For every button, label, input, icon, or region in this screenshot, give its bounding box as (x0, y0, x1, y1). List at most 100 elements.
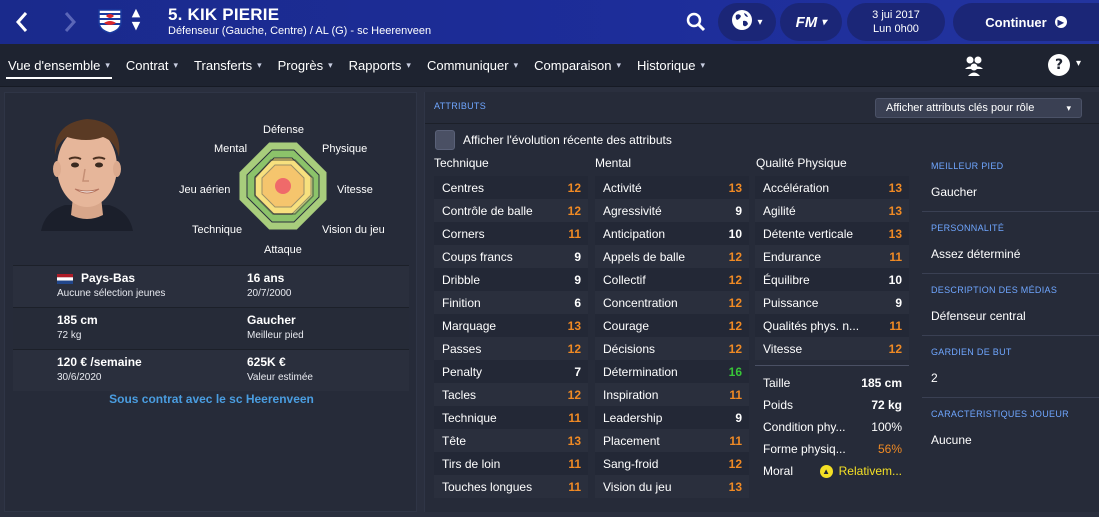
attribute-row[interactable]: Collectif 12 (595, 268, 749, 291)
tab-history[interactable]: Historique ▾ (629, 44, 713, 87)
tab-reports[interactable]: Rapports ▾ (341, 44, 419, 87)
attribute-row[interactable]: Vision du jeu 13 (595, 475, 749, 498)
player-name: 5. KIK PIERIE (168, 5, 280, 24)
attribute-value: 11 (568, 456, 581, 471)
height-cell: 185 cm 72 kg (13, 308, 211, 349)
time-text: Lun 0h00 (873, 23, 919, 35)
attribute-row[interactable]: Qualités phys. n... 11 (755, 314, 909, 337)
attribute-row[interactable]: Vitesse 12 (755, 337, 909, 360)
morale-row[interactable]: Moral ▲ Relativem... (755, 460, 909, 482)
info-row: 185 cm 72 kg Gaucher Meilleur pied (13, 307, 409, 349)
attribute-row[interactable]: Agilité 13 (755, 199, 909, 222)
attribute-row[interactable]: Accélération 13 (755, 176, 909, 199)
attribute-row[interactable]: Endurance 11 (755, 245, 909, 268)
attribute-name: Marquage (442, 318, 497, 333)
attribute-value: 12 (888, 341, 902, 356)
attribute-row[interactable]: Placement 11 (595, 429, 749, 452)
attribute-row[interactable]: Inspiration 11 (595, 383, 749, 406)
tab-compare[interactable]: Comparaison ▾ (526, 44, 629, 87)
radar-label-speed: Vitesse (337, 184, 373, 196)
tab-communicate[interactable]: Communiquer ▾ (419, 44, 526, 87)
attribute-row[interactable]: Tête 13 (434, 429, 588, 452)
calendar-button[interactable]: 3 jui 2017 Lun 0h00 (847, 3, 945, 41)
tab-contract[interactable]: Contrat ▾ (118, 44, 186, 87)
player-profile-panel: Défense Physique Vitesse Vision du jeu A… (4, 92, 417, 512)
evolution-checkbox-label[interactable]: Afficher l'évolution récente des attribu… (463, 133, 672, 147)
continue-button[interactable]: Continuer ▶ (953, 3, 1099, 41)
preferred-foot-label: Meilleur pied (247, 330, 304, 341)
preferred-foot: Gaucher (247, 313, 296, 327)
attribute-row[interactable]: Détente verticale 13 (755, 222, 909, 245)
attribute-row[interactable]: Décisions 12 (595, 337, 749, 360)
chevron-down-icon[interactable]: ▼ (129, 19, 143, 32)
height-value: 185 cm (861, 376, 902, 390)
info-row: 120 € /semaine 30/6/2020 625K € Valeur e… (13, 349, 409, 391)
attributes-header: ATTRIBUTS Afficher attributs clés pour r… (425, 92, 1099, 124)
attribute-row[interactable]: Leadership 9 (595, 406, 749, 429)
attribute-value: 13 (888, 180, 902, 195)
attribute-name: Tirs de loin (442, 456, 501, 471)
chevron-down-icon[interactable]: ▾ (1076, 58, 1081, 69)
chevron-down-icon: ▾ (257, 60, 262, 70)
tab-label: Vue d'ensemble (8, 58, 101, 73)
attribute-row[interactable]: Marquage 13 (434, 314, 588, 337)
attribute-row[interactable]: Détermination 16 (595, 360, 749, 383)
attribute-row[interactable]: Courage 12 (595, 314, 749, 337)
tab-progress[interactable]: Progrès ▾ (270, 44, 341, 87)
attribute-row[interactable]: Tacles 12 (434, 383, 588, 406)
search-icon[interactable] (682, 8, 710, 36)
attribute-row[interactable]: Penalty 7 (434, 360, 588, 383)
tab-bar: Vue d'ensemble ▾ Contrat ▾ Transferts ▾ Pro… (0, 44, 1099, 87)
attribute-row[interactable]: Centres 12 (434, 176, 588, 199)
personality-value: Assez déterminé (931, 247, 1021, 261)
goalkeeper-title: GARDIEN DE BUT (931, 347, 1012, 357)
player-switch-arrows[interactable]: ▲ ▼ (129, 6, 143, 36)
attribute-name: Contrôle de balle (442, 203, 533, 218)
globe-icon (731, 9, 753, 35)
chevron-down-icon: ▾ (513, 60, 519, 70)
evolution-checkbox[interactable] (435, 130, 455, 150)
morale-value: Relativem... (838, 464, 902, 478)
attribute-row[interactable]: Passes 12 (434, 337, 588, 360)
attribute-row[interactable]: Agressivité 9 (595, 199, 749, 222)
attribute-row[interactable]: Appels de balle 12 (595, 245, 749, 268)
physical-column: Accélération 13 Agilité 13 Détente verticale… (755, 176, 909, 360)
nationality-cell[interactable]: Pays-Bas Aucune sélection jeunes (13, 266, 211, 307)
attribute-row[interactable]: Contrôle de balle 12 (434, 199, 588, 222)
value-cell: 625K € Valeur estimée (211, 350, 409, 391)
attribute-row[interactable]: Technique 11 (434, 406, 588, 429)
attribute-row[interactable]: Finition 6 (434, 291, 588, 314)
attribute-row[interactable]: Concentration 12 (595, 291, 749, 314)
attribute-row[interactable]: Tirs de loin 11 (434, 452, 588, 475)
personality-title: PERSONNALITÉ (931, 223, 1005, 233)
world-menu-button[interactable]: ▾ (718, 3, 776, 41)
help-icon[interactable]: ? (1048, 54, 1070, 76)
key-attributes-dropdown[interactable]: Afficher attributs clés pour rôle ▾ (875, 98, 1082, 118)
attribute-value: 10 (888, 272, 902, 287)
attribute-row[interactable]: Dribble 9 (434, 268, 588, 291)
attribute-value: 12 (728, 456, 742, 471)
attribute-row[interactable]: Puissance 9 (755, 291, 909, 314)
club-badge-icon[interactable] (97, 8, 123, 34)
chevron-down-icon: ▾ (105, 60, 110, 70)
forward-arrow-icon[interactable] (56, 8, 84, 36)
staff-people-icon[interactable] (962, 55, 986, 77)
attribute-row[interactable]: Touches longues 11 (434, 475, 588, 498)
attribute-row[interactable]: Coups francs 9 (434, 245, 588, 268)
wage-cell[interactable]: 120 € /semaine 30/6/2020 (13, 350, 211, 391)
tab-transfers[interactable]: Transferts ▾ (186, 44, 270, 87)
attribute-row[interactable]: Équilibre 10 (755, 268, 909, 291)
tab-label: Contrat (125, 58, 169, 73)
back-arrow-icon[interactable] (8, 8, 36, 36)
attribute-row[interactable]: Sang-froid 12 (595, 452, 749, 475)
attribute-row[interactable]: Corners 11 (434, 222, 588, 245)
nationality: Pays-Bas (81, 271, 136, 285)
chevron-up-icon[interactable]: ▲ (129, 6, 143, 19)
attribute-name: Agressivité (603, 203, 662, 218)
attribute-row[interactable]: Activité 13 (595, 176, 749, 199)
contract-club-link[interactable]: Sous contrat avec le sc Heerenveen (5, 392, 418, 406)
attribute-row[interactable]: Anticipation 10 (595, 222, 749, 245)
weight-value: 72 kg (871, 398, 902, 412)
fm-menu-button[interactable]: FM ▾ (780, 3, 842, 41)
tab-overview[interactable]: Vue d'ensemble ▾ (0, 44, 118, 87)
